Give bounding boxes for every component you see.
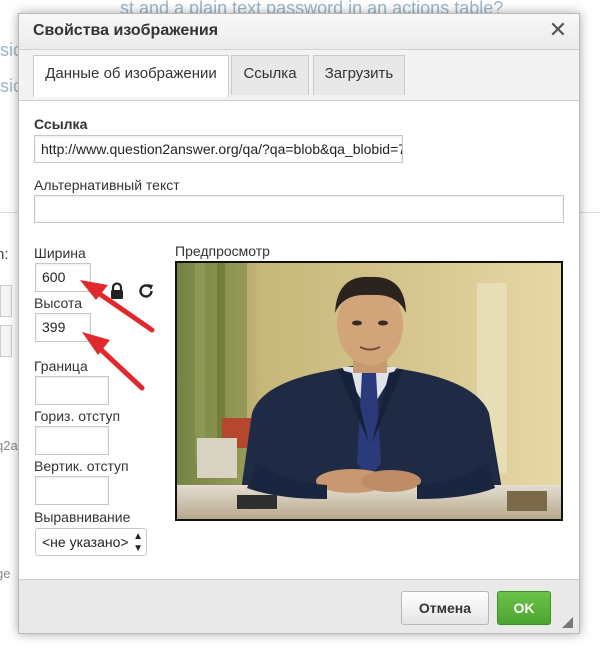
annotation-arrows xyxy=(80,280,155,391)
arrow-to-height xyxy=(82,332,145,391)
arrow-to-width xyxy=(80,280,155,333)
